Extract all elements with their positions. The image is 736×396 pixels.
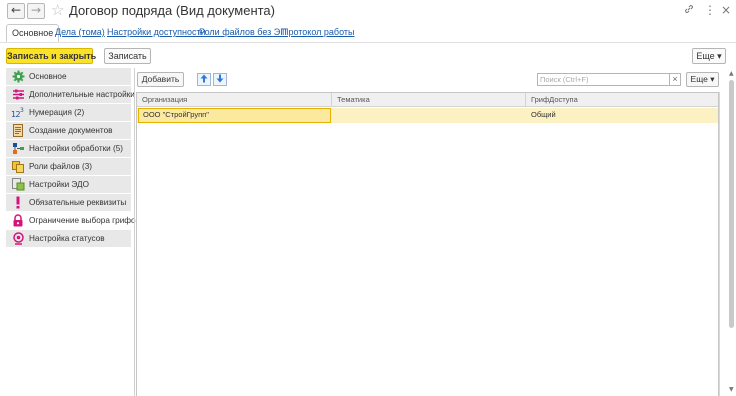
tab-availability-settings[interactable]: Настройки доступности [107, 24, 206, 42]
sidebar-item-label: Настройка статусов [29, 234, 105, 243]
workflow-icon [11, 142, 25, 156]
sidebar-item-label: Основное [29, 72, 67, 81]
sidebar-item-main[interactable]: Основное [6, 68, 131, 86]
form-scrollbar-thumb[interactable] [729, 80, 734, 328]
sidebar-item-label: Ограничение выбора грифов [29, 216, 140, 225]
window-title: Договор подряда (Вид документа) [69, 3, 275, 18]
panel-more-button[interactable]: Еще ▾ [686, 72, 719, 87]
sidebar-item-required-fields[interactable]: Обязательные реквизиты [6, 194, 131, 212]
table-scrollbar[interactable] [719, 92, 720, 396]
more-button-label: Еще [696, 51, 715, 61]
sidebar-item-label: Нумерация (2) [29, 108, 85, 117]
sidebar-item-label: Дополнительные настройки [29, 90, 135, 99]
tab-cases[interactable]: Дела (тома) [55, 24, 105, 42]
arrow-up-icon [200, 74, 208, 86]
forward-button[interactable]: → [27, 3, 45, 19]
move-down-button[interactable] [213, 73, 227, 86]
form-tabs: Основное Дела (тома) Настройки доступнос… [0, 24, 736, 44]
cell-organization[interactable]: ООО "СтройГрупп" [138, 108, 331, 123]
panel-more-label: Еще [690, 74, 708, 84]
title-bar: ← → ☆ Договор подряда (Вид документа) ⋮ … [0, 0, 736, 22]
status-icon [11, 232, 25, 246]
save-button[interactable]: Записать [104, 48, 151, 64]
sidebar-item-processing-settings[interactable]: Настройки обработки (5) [6, 140, 131, 158]
sidebar-item-label: Роли файлов (3) [29, 162, 93, 171]
sidebar-item-label: Настройки обработки (5) [29, 144, 124, 153]
sidebar-item-label: Создание документов [29, 126, 113, 135]
lock-icon [11, 214, 25, 228]
move-up-button[interactable] [197, 73, 211, 86]
table-header: Организация Тематика ГрифДоступа [137, 93, 718, 107]
scroll-up-icon[interactable]: ▲ [729, 70, 734, 77]
more-actions-icon[interactable]: ⋮ [704, 3, 716, 17]
exclamation-icon [11, 196, 25, 210]
cell-classification[interactable]: Общий [526, 108, 719, 123]
document-icon [11, 124, 25, 138]
restrictions-table: Организация Тематика ГрифДоступа ООО "Ст… [136, 92, 719, 396]
sidebar-item-edo-settings[interactable]: Настройки ЭДО [6, 176, 131, 194]
add-button[interactable]: Добавить [137, 72, 184, 87]
cell-topic[interactable] [332, 108, 526, 123]
edo-icon [11, 178, 25, 192]
column-header-topic[interactable]: Тематика [332, 93, 526, 107]
link-icon[interactable] [684, 4, 694, 17]
scroll-down-icon[interactable]: ▼ [729, 386, 734, 393]
numbering-icon: 123 [11, 106, 25, 120]
save-and-close-button[interactable]: Записать и закрыть [6, 48, 96, 64]
file-roles-icon [11, 160, 25, 174]
sidebar-item-file-roles[interactable]: Роли файлов (3) [6, 158, 131, 176]
sidebar-item-label: Обязательные реквизиты [29, 198, 127, 207]
sidebar-item-numbering[interactable]: 123 Нумерация (2) [6, 104, 131, 122]
sidebar-item-label: Настройки ЭДО [29, 180, 89, 189]
table-row[interactable]: ООО "СтройГрупп" Общий [137, 108, 718, 123]
search-clear-icon[interactable]: × [669, 73, 681, 86]
sidebar-item-classification-restrictions[interactable]: Ограничение выбора грифов [6, 212, 140, 230]
column-header-classification[interactable]: ГрифДоступа [526, 93, 719, 107]
sidebar: Основное Дополнительные настройки 123 Ну… [6, 68, 140, 248]
tab-main[interactable]: Основное [6, 24, 60, 42]
sidebar-item-create-documents[interactable]: Создание документов [6, 122, 131, 140]
search-input[interactable]: Поиск (Ctrl+F) [537, 73, 670, 86]
column-header-organization[interactable]: Организация [137, 93, 332, 107]
sliders-icon [11, 88, 25, 102]
gear-icon [11, 70, 25, 84]
svg-text:3: 3 [20, 107, 24, 114]
tab-file-roles-no-signature[interactable]: Роли файлов без ЭП [199, 24, 287, 42]
tabs-divider [0, 42, 736, 43]
sidebar-item-additional-settings[interactable]: Дополнительные настройки [6, 86, 135, 104]
tab-work-log[interactable]: Протокол работы [282, 24, 354, 42]
close-icon[interactable]: × [721, 3, 731, 17]
favorite-star-icon[interactable]: ☆ [51, 1, 64, 19]
more-button[interactable]: Еще ▾ [692, 48, 726, 64]
arrow-down-icon [216, 74, 224, 86]
back-button[interactable]: ← [7, 3, 25, 19]
panel-divider [134, 68, 135, 396]
sidebar-item-status-settings[interactable]: Настройка статусов [6, 230, 131, 248]
